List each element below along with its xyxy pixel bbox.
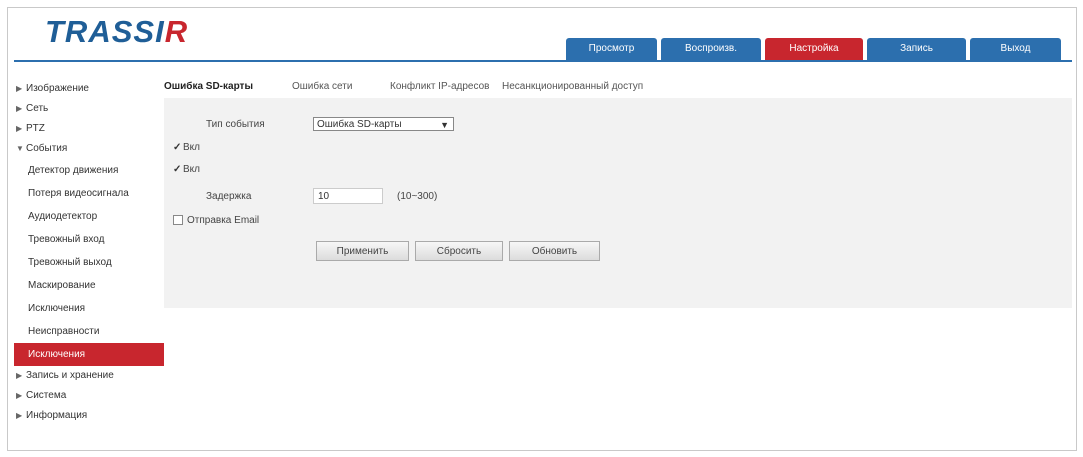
sidebar-item-video-loss[interactable]: Потеря видеосигнала [14, 182, 164, 205]
reset-button[interactable]: Сбросить [415, 241, 503, 261]
settings-panel: Ошибка SD-карты Ошибка сети Конфликт IP-… [164, 78, 1072, 308]
sidebar-item-storage[interactable]: ▶ Запись и хранение [14, 366, 164, 386]
expand-arrow-icon: ▶ [16, 104, 23, 113]
tab-ip-conflict[interactable]: Конфликт IP-адресов [390, 81, 489, 92]
enable-checkbox-1[interactable]: ✓ Вкл [173, 142, 200, 153]
sidebar-item-system[interactable]: ▶ Система [14, 386, 164, 406]
sidebar-item-exceptions-a[interactable]: Исключения [14, 297, 164, 320]
sidebar-item-alarm-output[interactable]: Тревожный выход [14, 251, 164, 274]
nav-playback[interactable]: Воспроизв. [661, 38, 761, 60]
sidebar-item-information[interactable]: ▶ Информация [14, 406, 164, 426]
expand-arrow-icon: ▶ [16, 371, 23, 380]
sidebar-item-alarm-input[interactable]: Тревожный вход [14, 228, 164, 251]
nav-recording[interactable]: Запись [867, 38, 966, 60]
sidebar-item-network[interactable]: ▶ Сеть [14, 99, 164, 119]
sidebar-item-motion-detection[interactable]: Детектор движения [14, 159, 164, 182]
chevron-down-icon: ▼ [440, 120, 449, 130]
expand-arrow-icon: ▶ [16, 124, 23, 133]
tab-network-error[interactable]: Ошибка сети [292, 81, 352, 92]
sidebar-item-events[interactable]: ▼ События [14, 139, 164, 159]
tab-sd-card-error[interactable]: Ошибка SD-карты [164, 81, 253, 92]
send-email-checkbox[interactable]: Отправка Email [173, 215, 259, 226]
sidebar-item-exceptions[interactable]: Исключения [14, 343, 164, 366]
expand-arrow-icon: ▶ [16, 84, 23, 93]
delay-input[interactable]: 10 [313, 188, 383, 204]
delay-range-hint: (10~300) [397, 191, 438, 202]
refresh-button[interactable]: Обновить [509, 241, 600, 261]
tab-bar: Ошибка SD-карты Ошибка сети Конфликт IP-… [164, 78, 1072, 98]
expand-arrow-icon: ▶ [16, 391, 23, 400]
checkbox-box-icon [173, 215, 183, 226]
expand-arrow-icon: ▶ [16, 411, 23, 420]
sidebar-item-ptz[interactable]: ▶ PTZ [14, 119, 164, 139]
tab-unauthorized-access[interactable]: Несанкционированный доступ [502, 81, 643, 92]
nav-logout[interactable]: Выход [970, 38, 1061, 60]
checkmark-icon: ✓ [173, 142, 182, 153]
nav-underline [14, 60, 1072, 62]
sidebar: ▶ Изображение ▶ Сеть ▶ PTZ ▼ События Детекто… [14, 79, 164, 426]
nav-settings[interactable]: Настройка [765, 38, 863, 60]
nav-live-view[interactable]: Просмотр [566, 38, 657, 60]
sidebar-item-masking[interactable]: Маскирование [14, 274, 164, 297]
sidebar-item-image[interactable]: ▶ Изображение [14, 79, 164, 99]
apply-button[interactable]: Применить [316, 241, 409, 261]
sidebar-item-audio-detector[interactable]: Аудиодетектор [14, 205, 164, 228]
top-nav: Просмотр Воспроизв. Настройка Запись Вых… [566, 38, 1061, 60]
sidebar-item-faults[interactable]: Неисправности [14, 320, 164, 343]
collapse-arrow-icon: ▼ [16, 144, 24, 153]
event-type-select[interactable]: Ошибка SD-карты ▼ [313, 117, 454, 131]
checkmark-icon: ✓ [173, 164, 182, 175]
event-type-label: Тип события [206, 119, 265, 130]
delay-label: Задержка [206, 191, 252, 202]
enable-checkbox-2[interactable]: ✓ Вкл [173, 164, 200, 175]
trassir-logo: TRASSIR [45, 14, 189, 49]
